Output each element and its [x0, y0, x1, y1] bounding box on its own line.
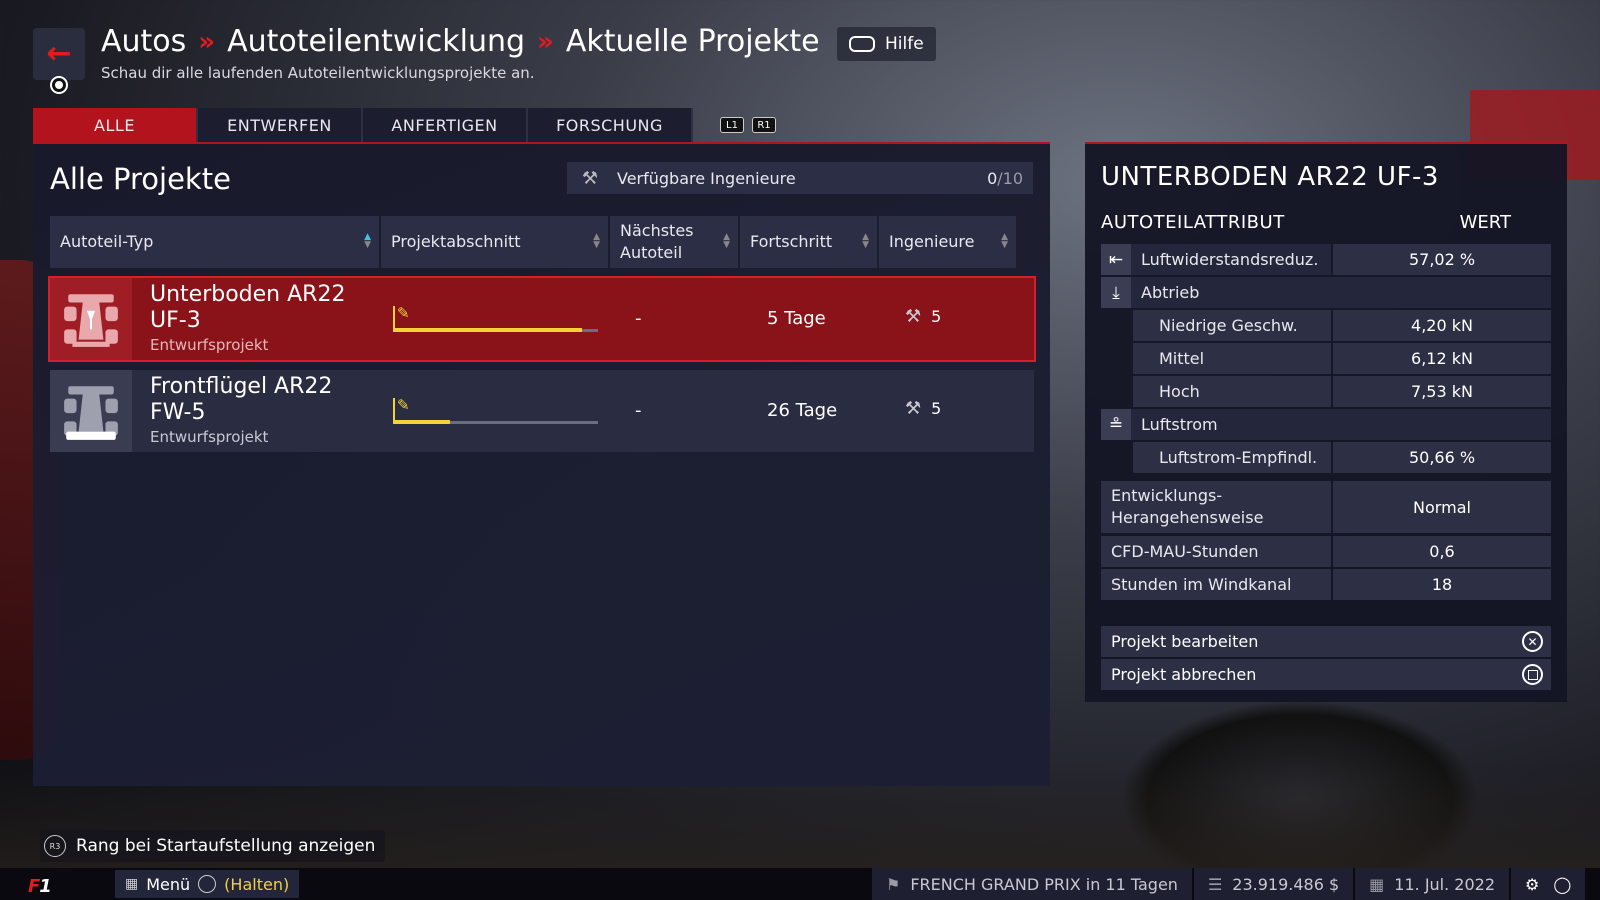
tab-entwerfen[interactable]: ENTWERFEN [198, 108, 363, 142]
f1-logo: F1 [28, 876, 52, 897]
sort-icon: ▲ ▼ [862, 232, 869, 250]
attr-airflow-sensitivity: Luftstrom-Empfindl. 50,66 % [1101, 442, 1551, 473]
phase-progress-fill [393, 420, 450, 424]
options-button-icon [198, 875, 217, 893]
cross-button-icon: ✕ [1522, 631, 1543, 652]
tab-forschung[interactable]: FORSCHUNG [528, 108, 693, 142]
car-floor-icon [64, 294, 118, 347]
phase-progress: ✎ [393, 304, 598, 332]
square-button-icon [1522, 664, 1543, 685]
l1-button-icon: L1 [720, 117, 744, 133]
sort-icon: ▲ ▼ [593, 232, 600, 250]
touchpad-icon [849, 36, 875, 52]
page-subtitle: Schau dir alle laufenden Autoteilentwick… [101, 64, 535, 82]
flag-icon: ⚑ [886, 874, 901, 894]
table-header: Autoteil-Typ ▲ ▼ Projektabschnitt ▲ ▼ Näch… [50, 216, 1016, 268]
menu-grid-icon: ▦ [125, 876, 139, 892]
next-race: ⚑ FRENCH GRAND PRIX in 11 Tagen [872, 868, 1192, 900]
panel-title: Alle Projekte [50, 162, 231, 196]
breadcrumb-separator: » [537, 26, 554, 57]
engineer-wrench-icon: ⚒ [905, 398, 922, 419]
breadcrumb-autos[interactable]: Autos [101, 24, 186, 59]
sort-icon: ▲ ▼ [364, 232, 371, 250]
help-label: Hilfe [885, 34, 924, 54]
breadcrumb: Autos » Autoteilentwicklung » Aktuelle P… [101, 24, 820, 59]
coins-icon: ☰ [1207, 874, 1223, 894]
project-type: Entwurfsprojekt [150, 428, 269, 447]
calendar-icon: ▦ [1369, 874, 1385, 894]
available-engineers: ⚒ Verfügbare Ingenieure 0/10 [567, 162, 1033, 194]
column-ingenieure[interactable]: Ingenieure ▲ ▼ [879, 216, 1016, 268]
attr-wind-tunnel-hours: Stunden im Windkanal 18 [1101, 569, 1551, 600]
status-info: ⚑ FRENCH GRAND PRIX in 11 Tagen ☰ 23.919… [870, 868, 1586, 900]
progress-days: 26 Tage [767, 400, 838, 421]
breadcrumb-autoteilentwicklung[interactable]: Autoteilentwicklung [227, 24, 525, 59]
r1-button-icon: R1 [752, 117, 776, 133]
cancel-project-button[interactable]: Projekt abbrechen [1101, 659, 1551, 690]
downforce-arrow-icon: ⤓ [1101, 277, 1131, 308]
project-name: Unterboden AR22 UF-3 [150, 282, 346, 333]
car-part-thumbnail [50, 370, 132, 452]
next-part: - [635, 308, 642, 329]
attr-airflow: ≗ Luftstrom [1101, 409, 1551, 440]
available-engineers-count: 0/10 [987, 168, 1023, 188]
column-naechstes-autoteil[interactable]: Nächstes Autoteil ▲ ▼ [610, 216, 738, 268]
car-front-wing-icon [64, 386, 118, 440]
help-button[interactable]: Hilfe [837, 27, 936, 61]
column-fortschritt[interactable]: Fortschritt ▲ ▼ [740, 216, 877, 268]
tab-bar: ALLE ENTWERFEN ANFERTIGEN FORSCHUNG [33, 108, 693, 142]
budget: ☰ 23.919.486 $ [1193, 868, 1354, 900]
back-button[interactable]: ← [33, 28, 85, 80]
engineer-wrench-icon: ⚒ [581, 167, 599, 189]
attr-downforce-high: Hoch 7,53 kN [1101, 376, 1551, 407]
attr-downforce-low: Niedrige Geschw. 4,20 kN [1101, 310, 1551, 341]
detail-title: UNTERBODEN AR22 UF-3 [1101, 162, 1439, 192]
table-row[interactable]: Frontflügel AR22 FW-5 Entwurfsprojekt ✎ … [50, 370, 1034, 452]
engineer-wrench-icon: ⚒ [905, 306, 922, 327]
next-part: - [635, 400, 642, 421]
settings-gear-icon[interactable]: ⚙ [1525, 875, 1539, 894]
grid-rank-toggle[interactable]: R3 Rang bei Startaufstellung anzeigen [40, 830, 386, 862]
attr-drag-reduction: ⇤ Luftwiderstandsreduz. 57,02 % [1101, 244, 1551, 275]
column-autoteil-typ[interactable]: Autoteil-Typ ▲ ▼ [50, 216, 379, 268]
drag-arrow-icon: ⇤ [1101, 244, 1131, 275]
breadcrumb-current: Aktuelle Projekte [565, 24, 820, 59]
car-part-thumbnail [50, 278, 132, 360]
attribute-table-header: AUTOTEILATTRIBUT WERT [1101, 212, 1511, 233]
mouse-icon: ◯ [1553, 874, 1572, 894]
detail-panel: UNTERBODEN AR22 UF-3 AUTOTEILATTRIBUT WE… [1085, 142, 1567, 702]
current-date: ▦ 11. Jul. 2022 [1355, 868, 1510, 900]
progress-days: 5 Tage [767, 308, 826, 329]
circle-button-icon [50, 76, 68, 94]
phase-progress-fill [393, 328, 582, 332]
engineer-count: ⚒ 5 [905, 398, 942, 419]
sort-icon: ▲ ▼ [723, 232, 730, 250]
r3-button-icon: R3 [44, 835, 66, 857]
sort-icon: ▲ ▼ [1001, 232, 1008, 250]
design-pencil-icon: ✎ [397, 396, 410, 414]
engineer-count: ⚒ 5 [905, 306, 942, 327]
design-pencil-icon: ✎ [397, 304, 410, 322]
edit-project-button[interactable]: Projekt bearbeiten ✕ [1101, 626, 1551, 657]
project-type: Entwurfsprojekt [150, 336, 269, 355]
airflow-icon: ≗ [1101, 409, 1131, 440]
breadcrumb-separator: » [198, 26, 216, 57]
tab-alle[interactable]: ALLE [33, 108, 198, 142]
column-projektabschnitt[interactable]: Projektabschnitt ▲ ▼ [381, 216, 608, 268]
project-name: Frontflügel AR22 FW-5 [150, 374, 333, 425]
attr-approach: Entwicklungs-Herangehensweise Normal [1101, 481, 1551, 533]
menu-button[interactable]: ▦ Menü (Halten) [115, 870, 300, 898]
table-row[interactable]: Unterboden AR22 UF-3 Entwurfsprojekt ✎ -… [48, 276, 1036, 362]
back-arrow-icon: ← [46, 36, 72, 71]
available-engineers-label: Verfügbare Ingenieure [617, 168, 796, 188]
attr-cfd-hours: CFD-MAU-Stunden 0,6 [1101, 536, 1551, 567]
tab-anfertigen[interactable]: ANFERTIGEN [363, 108, 528, 142]
phase-progress: ✎ [393, 396, 598, 424]
attr-downforce: ⤓ Abtrieb [1101, 277, 1551, 308]
attr-downforce-mid: Mittel 6,12 kN [1101, 343, 1551, 374]
projects-panel: Alle Projekte ⚒ Verfügbare Ingenieure 0/… [33, 142, 1050, 786]
